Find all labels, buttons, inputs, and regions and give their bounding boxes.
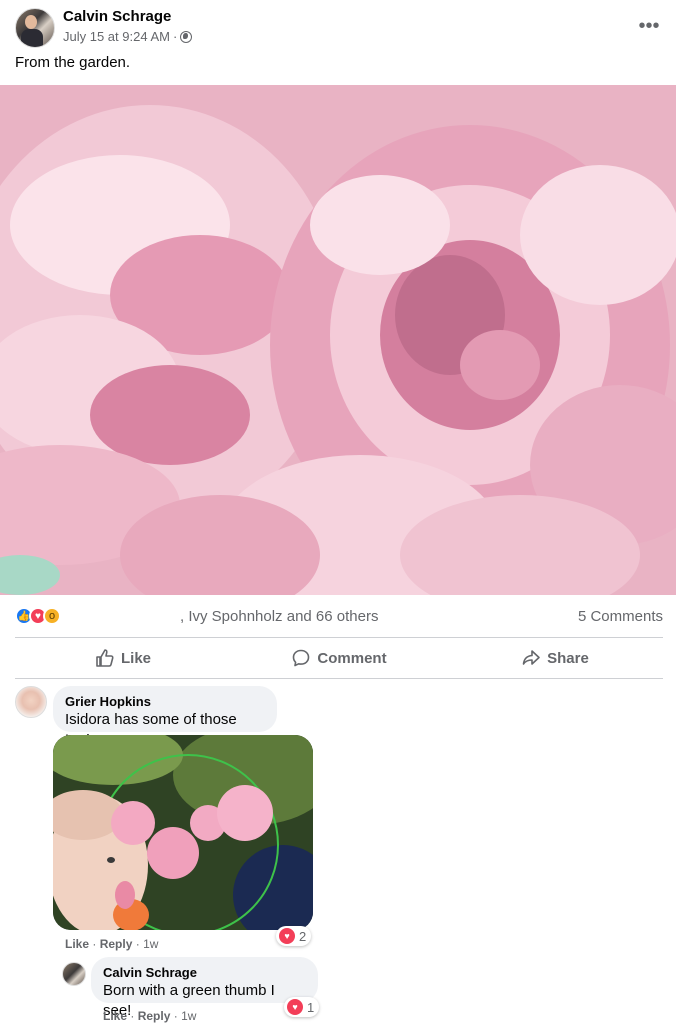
more-icon: ••• — [638, 14, 660, 37]
like-button-label: Like — [120, 649, 151, 667]
post-timestamp[interactable]: July 15 at 9:24 AM — [63, 29, 170, 44]
post-header: Calvin Schrage July 15 at 9:24 AM · ••• — [15, 6, 665, 50]
post-actions: Like Comment Share — [15, 640, 663, 676]
comment-count[interactable]: 5 Comments — [578, 608, 663, 625]
reactions-summary: 👍 ♥ o , Ivy Spohnholz and 66 others 5 Co… — [15, 605, 663, 629]
reply-like-link[interactable]: Like — [103, 1009, 127, 1023]
peony-illustration — [0, 85, 676, 595]
comment-meta-separator: · — [92, 937, 97, 951]
author-avatar[interactable] — [15, 8, 55, 48]
reaction-names[interactable]: , Ivy Spohnholz and 66 others — [180, 608, 378, 625]
comment-like-link[interactable]: Like — [65, 937, 89, 951]
post-meta: July 15 at 9:24 AM · — [63, 29, 193, 44]
reply-meta-separator: · — [130, 1009, 135, 1023]
post-text: From the garden. — [15, 54, 131, 71]
divider-bottom — [15, 678, 663, 679]
globe-icon[interactable] — [180, 30, 193, 43]
share-button[interactable]: Share — [447, 640, 663, 676]
reply-reaction-pill[interactable]: ♥ 1 — [284, 997, 320, 1017]
heart-icon: ♥ — [279, 928, 295, 944]
comment-photo[interactable] — [53, 735, 313, 930]
reaction-icons[interactable]: 👍 ♥ o — [15, 607, 61, 625]
post-photo[interactable] — [0, 85, 676, 595]
comment-reaction-pill[interactable]: ♥ 2 — [276, 926, 312, 946]
divider-top — [15, 637, 663, 638]
baby-flowers-illustration — [53, 735, 313, 930]
comment-age[interactable]: 1w — [143, 937, 158, 951]
share-icon — [522, 650, 540, 665]
thumbs-up-icon — [96, 649, 114, 667]
comment-actions: Like · Reply · 1w — [65, 937, 158, 951]
reply-reaction-count: 1 — [307, 999, 315, 1015]
reply-author[interactable]: Calvin Schrage — [103, 965, 306, 981]
commenter-avatar[interactable] — [15, 686, 47, 718]
reply-avatar[interactable] — [62, 962, 86, 986]
heart-icon: ♥ — [287, 999, 303, 1015]
reply-meta-separator: · — [173, 1009, 178, 1023]
reply-bubble: Calvin Schrage Born with a green thumb I… — [91, 957, 318, 1019]
reply-reply-link[interactable]: Reply — [138, 1009, 171, 1023]
post-author-name[interactable]: Calvin Schrage — [63, 8, 171, 25]
comment-reaction-count: 2 — [299, 928, 307, 944]
more-options-button[interactable]: ••• — [633, 10, 665, 42]
comment-reply-link[interactable]: Reply — [100, 937, 133, 951]
meta-separator: · — [172, 29, 178, 44]
comment-button[interactable]: Comment — [231, 640, 447, 676]
reply-age[interactable]: 1w — [181, 1009, 196, 1023]
comment-button-label: Comment — [317, 649, 387, 667]
wow-icon: o — [43, 607, 61, 625]
comment-author[interactable]: Grier Hopkins — [65, 694, 265, 710]
like-button[interactable]: Like — [15, 640, 231, 676]
share-button-label: Share — [547, 649, 589, 667]
comment-bubble: Grier Hopkins Isidora has some of those … — [53, 686, 277, 748]
comment-meta-separator: · — [135, 937, 140, 951]
comment-icon — [293, 649, 310, 667]
reply-actions: Like · Reply · 1w — [103, 1009, 196, 1023]
